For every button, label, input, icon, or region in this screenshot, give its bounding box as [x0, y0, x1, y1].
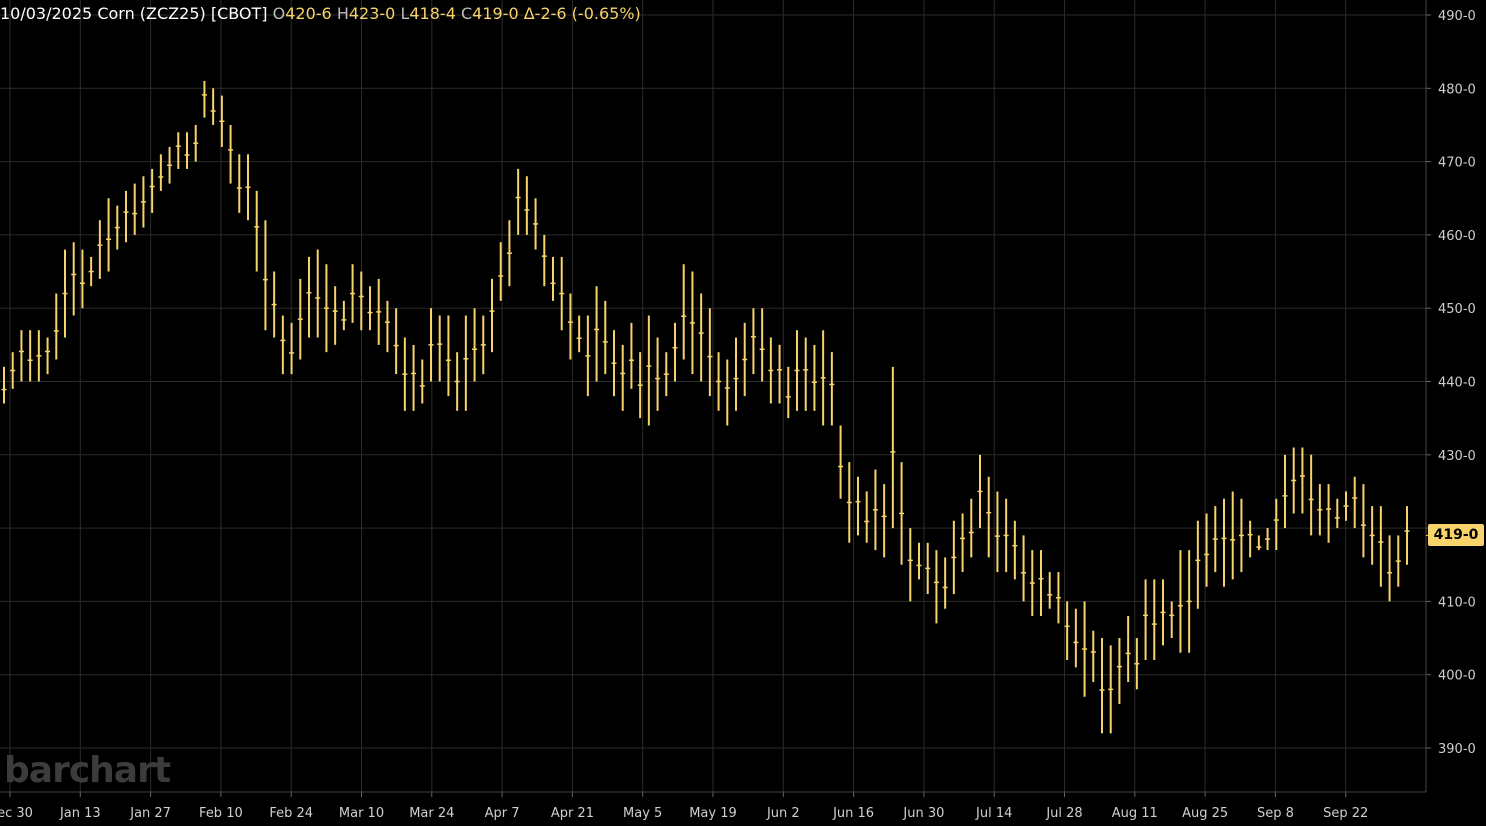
high-value: 423-0 [348, 4, 396, 23]
y-tick-label: 480-0 [1438, 82, 1476, 97]
last-price-badge: 419-0 [1428, 524, 1484, 546]
high-key: H [336, 4, 349, 23]
y-tick-label: 450-0 [1438, 302, 1476, 317]
barchart-watermark: barchart [4, 750, 171, 791]
x-tick-label: Sep 8 [1257, 806, 1294, 821]
y-tick-label: 400-0 [1438, 669, 1476, 684]
y-tick-label: 490-0 [1438, 9, 1476, 24]
price-chart[interactable]: 390-0 400-0 410-0 430-0 440-0 450-0 460-0 470-0… [0, 0, 1486, 826]
x-tick-label: Mar 24 [409, 806, 454, 821]
x-tick-label: Jun 16 [832, 806, 874, 821]
open-value: 420-6 [285, 4, 332, 23]
y-tick-label: 440-0 [1438, 376, 1476, 391]
x-tick-label: Jun 2 [766, 806, 800, 821]
header-instrument: Corn (ZCZ25) [CBOT] [97, 4, 268, 23]
x-tick-label: Feb 24 [269, 806, 313, 821]
chart-canvas[interactable]: 390-0 400-0 410-0 430-0 440-0 450-0 460-0 470-0… [0, 0, 1486, 826]
change-value: Δ-2-6 (-0.65%) [523, 4, 641, 23]
x-tick-label: Jan 13 [59, 806, 101, 821]
chart-header: 10/03/2025 Corn (ZCZ25) [CBOT] O420-6 H4… [0, 4, 641, 23]
x-tick-label: Jan 27 [129, 806, 171, 821]
close-value: 419-0 [472, 4, 519, 23]
x-tick-label: May 5 [623, 806, 662, 821]
y-tick-label: 430-0 [1438, 449, 1476, 464]
x-tick-label: Apr 7 [485, 806, 520, 821]
x-tick-label: Dec 30 [0, 806, 33, 821]
x-tick-label: Aug 11 [1112, 806, 1158, 821]
x-tick-label: Jul 14 [975, 806, 1012, 821]
low-value: 418-4 [409, 4, 456, 23]
open-key: O [272, 4, 286, 23]
y-tick-label: 410-0 [1438, 595, 1476, 610]
header-date: 10/03/2025 [0, 4, 93, 23]
x-tick-label: May 19 [689, 806, 737, 821]
x-tick-label: Mar 10 [339, 806, 384, 821]
y-tick-label: 390-0 [1438, 742, 1476, 757]
y-tick-label: 470-0 [1438, 156, 1476, 171]
x-tick-label: Feb 10 [199, 806, 243, 821]
x-tick-label: Jul 28 [1045, 806, 1082, 821]
y-tick-label: 460-0 [1438, 229, 1476, 244]
x-tick-label: Aug 25 [1182, 806, 1228, 821]
x-tick-label: Sep 22 [1323, 806, 1368, 821]
close-key: C [460, 4, 473, 23]
x-tick-label: Apr 21 [551, 806, 594, 821]
x-tick-label: Jun 30 [902, 806, 944, 821]
